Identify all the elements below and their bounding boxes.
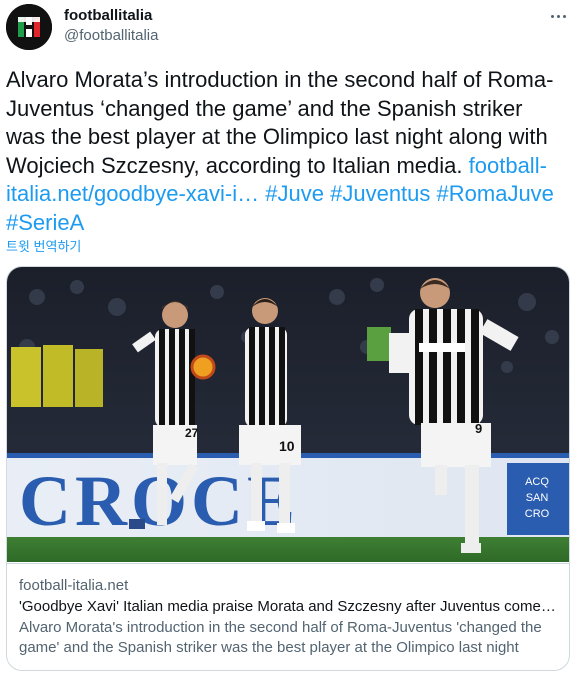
link-preview-card[interactable]: CROCE ACQ SAN CRO 27: [6, 266, 570, 671]
footballitalia-logo-icon[interactable]: [6, 4, 52, 50]
player-dybala-number: 10: [279, 438, 295, 454]
card-body: football-italia.net 'Goodbye Xavi' Itali…: [7, 563, 569, 658]
hashtag-juve[interactable]: #Juve: [265, 181, 324, 206]
more-dots-icon[interactable]: [547, 6, 569, 26]
tweet-text: Alvaro Morata’s introduction in the seco…: [6, 66, 566, 238]
side-board-line-2: SAN: [526, 492, 549, 504]
hashtag-juventus[interactable]: #Juventus: [330, 181, 430, 206]
author-display-name[interactable]: footballitalia: [64, 6, 158, 26]
hashtag-seriea[interactable]: #SerieA: [6, 210, 84, 235]
author-handle[interactable]: @footballitalia: [64, 26, 158, 46]
author-names: footballitalia @footballitalia: [64, 6, 158, 46]
side-board-line-1: ACQ: [525, 476, 549, 488]
hashtag-romajuve[interactable]: #RomaJuve: [437, 181, 554, 206]
card-description: Alvaro Morata's introduction in the seco…: [19, 619, 542, 656]
side-board-line-3: CRO: [525, 508, 550, 520]
translate-tweet-link[interactable]: 트윗 번역하기: [6, 236, 81, 255]
card-title[interactable]: 'Goodbye Xavi' Italian media praise Mora…: [19, 597, 557, 617]
player-locatelli-number: 27: [185, 426, 199, 440]
player-morata-number: 9: [475, 421, 482, 436]
card-domain: football-italia.net: [19, 577, 129, 594]
tweet-header: footballitalia @footballitalia: [6, 4, 569, 50]
card-image[interactable]: CROCE ACQ SAN CRO 27: [7, 267, 569, 562]
